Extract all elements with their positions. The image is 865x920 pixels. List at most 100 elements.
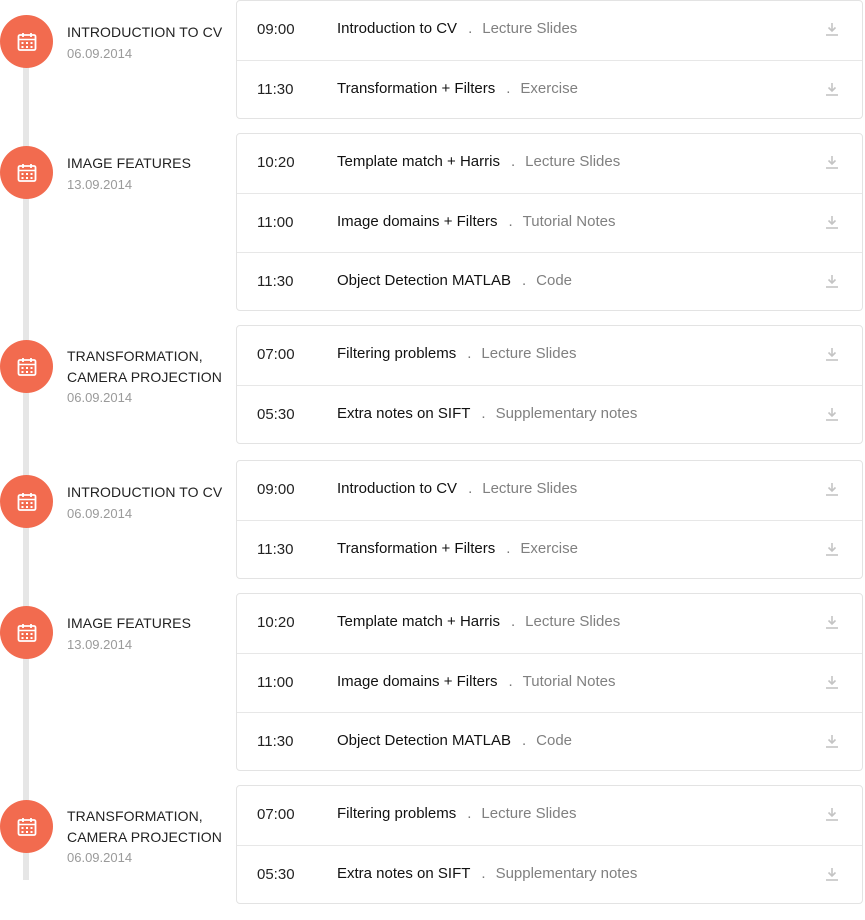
session-title[interactable]: Object Detection MATLAB. Code <box>337 732 572 749</box>
download-icon[interactable] <box>824 733 840 749</box>
session-title[interactable]: Introduction to CV. Lecture Slides <box>337 20 577 37</box>
download-icon[interactable] <box>824 406 840 422</box>
session-row[interactable]: 11:30 Transformation + Filters. Exercise <box>237 60 862 119</box>
download-icon[interactable] <box>824 346 840 362</box>
session-time: 11:30 <box>257 81 294 98</box>
session-time: 10:20 <box>257 154 295 171</box>
session-name[interactable]: Introduction to CV <box>337 20 457 37</box>
session-time: 11:30 <box>257 541 294 558</box>
day-date: 06.09.2014 <box>67 46 133 61</box>
day-date: 13.09.2014 <box>67 177 133 192</box>
session-time: 09:00 <box>257 21 295 38</box>
session-time: 11:00 <box>257 674 294 691</box>
session-title[interactable]: Extra notes on SIFT. Supplementary notes <box>337 865 637 882</box>
session-time: 05:30 <box>257 406 295 423</box>
session-name[interactable]: Image domains + Filters <box>337 213 497 230</box>
session-name[interactable]: Transformation + Filters <box>337 540 495 557</box>
session-name[interactable]: Extra notes on SIFT <box>337 865 470 882</box>
session-card: 09:00 Introduction to CV. Lecture Slides 11… <box>236 460 863 579</box>
session-time: 10:20 <box>257 614 295 631</box>
session-title[interactable]: Introduction to CV. Lecture Slides <box>337 480 577 497</box>
session-card: 09:00 Introduction to CV. Lecture Slides 11… <box>236 0 863 119</box>
session-name[interactable]: Template match + Harris <box>337 153 500 170</box>
separator-dot: . <box>521 732 527 749</box>
session-name[interactable]: Image domains + Filters <box>337 673 497 690</box>
session-type: Lecture Slides <box>481 345 577 362</box>
session-name[interactable]: Introduction to CV <box>337 480 457 497</box>
session-type: Supplementary notes <box>495 865 638 882</box>
session-name[interactable]: Filtering problems <box>337 345 456 362</box>
session-type: Code <box>536 732 572 749</box>
day-title: INTRODUCTION TO CV <box>67 484 223 500</box>
session-card: 07:00 Filtering problems. Lecture Slides 05… <box>236 785 863 904</box>
session-time: 05:30 <box>257 866 295 883</box>
download-icon[interactable] <box>824 541 840 557</box>
download-icon[interactable] <box>824 674 840 690</box>
session-name[interactable]: Template match + Harris <box>337 613 500 630</box>
session-name[interactable]: Extra notes on SIFT <box>337 405 470 422</box>
session-title[interactable]: Template match + Harris. Lecture Slides <box>337 613 620 630</box>
day-title: TRANSFORMATION, CAMERA PROJECTION <box>67 348 222 385</box>
session-title[interactable]: Transformation + Filters. Exercise <box>337 80 578 97</box>
download-icon[interactable] <box>824 154 840 170</box>
separator-dot: . <box>467 345 472 362</box>
download-icon[interactable] <box>824 614 840 630</box>
session-title[interactable]: Image domains + Filters. Tutorial Notes <box>337 673 615 690</box>
session-name[interactable]: Object Detection MATLAB <box>337 732 511 749</box>
session-card: 07:00 Filtering problems. Lecture Slides 05… <box>236 325 863 444</box>
session-name[interactable]: Filtering problems <box>337 805 456 822</box>
day-date: 13.09.2014 <box>67 637 133 652</box>
download-icon[interactable] <box>824 866 840 882</box>
session-row[interactable]: 11:30 Object Detection MATLAB. Code <box>237 712 862 771</box>
download-icon[interactable] <box>824 481 840 497</box>
session-title[interactable]: Transformation + Filters. Exercise <box>337 540 578 557</box>
day-date: 06.09.2014 <box>67 850 133 865</box>
session-type: Tutorial Notes <box>522 673 616 690</box>
session-type: Exercise <box>520 540 578 557</box>
separator-dot: . <box>506 540 511 557</box>
session-card: 10:20 Template match + Harris. Lecture Sli… <box>236 133 863 311</box>
session-name[interactable]: Transformation + Filters <box>337 80 495 97</box>
separator-dot: . <box>467 805 472 822</box>
separator-dot: . <box>508 673 513 690</box>
separator-dot: . <box>506 80 511 97</box>
session-row[interactable]: 11:00 Image domains + Filters. Tutorial No… <box>237 653 862 712</box>
session-type: Lecture Slides <box>482 20 578 37</box>
session-row[interactable]: 10:20 Template match + Harris. Lecture Sli… <box>237 134 862 193</box>
separator-dot: . <box>508 213 513 230</box>
session-row[interactable]: 11:00 Image domains + Filters. Tutorial No… <box>237 193 862 252</box>
download-icon[interactable] <box>824 273 840 289</box>
session-row[interactable]: 09:00 Introduction to CV. Lecture Slides <box>237 1 862 60</box>
day-title: TRANSFORMATION, CAMERA PROJECTION <box>67 808 222 845</box>
session-row[interactable]: 07:00 Filtering problems. Lecture Slides <box>237 786 862 845</box>
calendar-icon <box>0 606 53 659</box>
session-name[interactable]: Object Detection MATLAB <box>337 272 511 289</box>
session-row[interactable]: 09:00 Introduction to CV. Lecture Slides <box>237 461 862 520</box>
session-row[interactable]: 05:30 Extra notes on SIFT. Supplementary n… <box>237 385 862 444</box>
session-time: 07:00 <box>257 346 295 363</box>
session-row[interactable]: 11:30 Transformation + Filters. Exercise <box>237 520 862 579</box>
session-row[interactable]: 10:20 Template match + Harris. Lecture Sli… <box>237 594 862 653</box>
day-date: 06.09.2014 <box>67 506 133 521</box>
session-row[interactable]: 05:30 Extra notes on SIFT. Supplementary n… <box>237 845 862 904</box>
calendar-icon <box>0 15 53 68</box>
download-icon[interactable] <box>824 806 840 822</box>
session-title[interactable]: Object Detection MATLAB. Code <box>337 272 572 289</box>
session-title[interactable]: Filtering problems. Lecture Slides <box>337 805 576 822</box>
download-icon[interactable] <box>824 81 840 97</box>
day-date: 06.09.2014 <box>67 390 133 405</box>
session-title[interactable]: Extra notes on SIFT. Supplementary notes <box>337 405 637 422</box>
session-title[interactable]: Image domains + Filters. Tutorial Notes <box>337 213 615 230</box>
session-row[interactable]: 11:30 Object Detection MATLAB. Code <box>237 252 862 311</box>
download-icon[interactable] <box>824 214 840 230</box>
session-title[interactable]: Template match + Harris. Lecture Slides <box>337 153 620 170</box>
calendar-icon <box>0 800 53 853</box>
session-type: Lecture Slides <box>525 613 621 630</box>
download-icon[interactable] <box>824 21 840 37</box>
session-title[interactable]: Filtering problems. Lecture Slides <box>337 345 576 362</box>
session-type: Tutorial Notes <box>522 213 616 230</box>
session-type: Lecture Slides <box>525 153 621 170</box>
calendar-icon <box>0 475 53 528</box>
session-row[interactable]: 07:00 Filtering problems. Lecture Slides <box>237 326 862 385</box>
day-title: IMAGE FEATURES <box>67 155 192 171</box>
